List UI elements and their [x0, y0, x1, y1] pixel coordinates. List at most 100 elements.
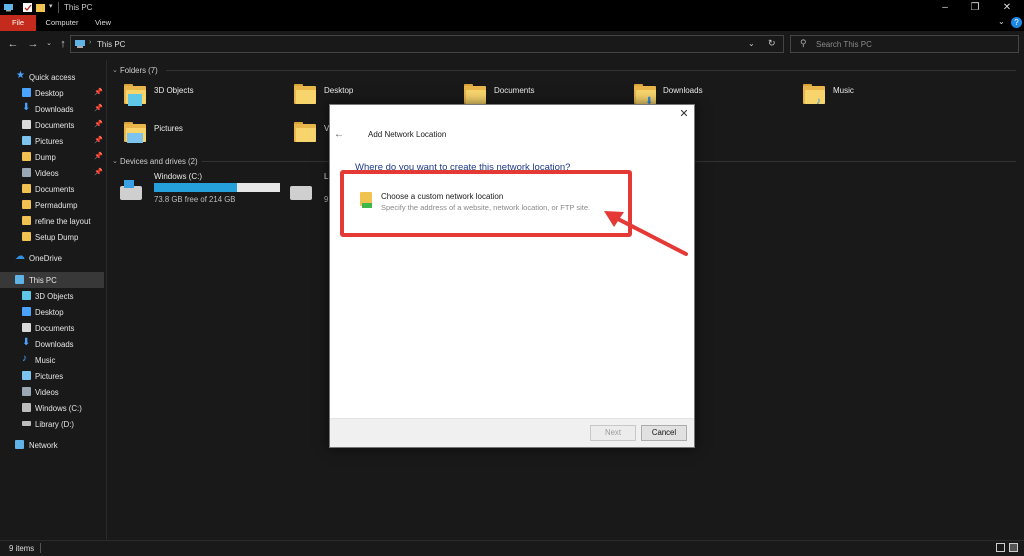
pictures-icon — [22, 371, 31, 380]
sidebar-item-documents-pc[interactable]: Documents — [0, 320, 104, 336]
sidebar-item-label: Downloads — [35, 340, 74, 349]
pin-icon[interactable]: 📌 — [94, 136, 103, 144]
download-icon: ⬇ — [22, 337, 31, 348]
sidebar-item-windows-c[interactable]: Windows (C:) — [0, 400, 104, 416]
sidebar-item-label: Library (D:) — [35, 420, 74, 429]
address-dropdown-icon[interactable]: ⌄ — [748, 39, 755, 48]
recent-locations-icon[interactable]: ⌄ — [42, 37, 56, 51]
library-drive-icon[interactable] — [290, 186, 312, 200]
sidebar-item-label: refine the layout — [35, 217, 91, 226]
pin-icon[interactable]: 📌 — [94, 120, 103, 128]
properties-icon[interactable] — [22, 2, 33, 13]
drive-label-d[interactable]: L — [324, 172, 328, 181]
sidebar-item-quick-access[interactable]: ★ Quick access — [0, 69, 104, 85]
sidebar-item-label: Documents — [35, 121, 75, 130]
sidebar-item-permadump[interactable]: Permadump — [0, 197, 104, 213]
sidebar-item-library-d[interactable]: Library (D:) — [0, 416, 104, 432]
collapse-group-icon[interactable]: ⌄ — [112, 157, 118, 165]
sidebar-item-documents-folder[interactable]: Documents — [0, 181, 104, 197]
sidebar-item-label: Dump — [35, 153, 56, 162]
new-folder-icon[interactable] — [35, 2, 46, 13]
next-button[interactable]: Next — [590, 425, 636, 441]
sidebar-item-this-pc[interactable]: This PC — [0, 272, 104, 288]
drive-usage-fill — [154, 183, 238, 192]
close-icon[interactable]: ✕ — [678, 108, 690, 120]
computer-icon — [15, 275, 24, 284]
sidebar-item-label: Desktop — [35, 308, 64, 317]
sidebar-item-label: 3D Objects — [35, 292, 74, 301]
sidebar-item-videos[interactable]: Videos 📌 — [0, 165, 104, 181]
pane-divider[interactable] — [106, 60, 107, 540]
sidebar-item-desktop-pc[interactable]: Desktop — [0, 304, 104, 320]
sidebar-item-setup-dump[interactable]: Setup Dump — [0, 229, 104, 245]
address-bar[interactable] — [70, 35, 784, 53]
sidebar-item-label: Pictures — [35, 137, 64, 146]
sidebar-item-downloads-pc[interactable]: ⬇ Downloads — [0, 336, 104, 352]
sidebar-item-desktop[interactable]: Desktop 📌 — [0, 85, 104, 101]
customize-quick-access-icon[interactable]: ▾ — [49, 2, 53, 10]
restore-icon[interactable]: ❐ — [960, 0, 990, 15]
folder-icon — [22, 216, 31, 225]
sidebar-item-label: Documents — [35, 185, 75, 194]
help-icon[interactable]: ? — [1011, 17, 1022, 28]
folder-icon — [22, 152, 31, 161]
back-arrow-icon[interactable]: ← — [334, 129, 344, 140]
folder-label-3d-objects[interactable]: 3D Objects — [154, 86, 194, 95]
folder-label-documents[interactable]: Documents — [494, 86, 534, 95]
sidebar-item-label: OneDrive — [29, 254, 62, 263]
tab-view[interactable]: View — [88, 15, 118, 31]
tab-file[interactable]: File — [0, 15, 36, 31]
folder-icon[interactable] — [294, 84, 316, 104]
folder-label-downloads[interactable]: Downloads — [663, 86, 703, 95]
sidebar-item-onedrive[interactable]: ☁ OneDrive — [0, 250, 104, 266]
dialog-title: Add Network Location — [368, 130, 447, 139]
pin-icon[interactable]: 📌 — [94, 88, 103, 96]
back-arrow-icon[interactable]: ← — [6, 37, 20, 51]
tab-computer[interactable]: Computer — [40, 15, 84, 31]
large-icons-view-icon[interactable] — [1009, 543, 1018, 552]
sidebar-item-dump[interactable]: Dump 📌 — [0, 149, 104, 165]
folder-icon[interactable] — [294, 122, 316, 142]
cloud-icon: ☁ — [15, 251, 25, 262]
close-icon[interactable]: ✕ — [992, 0, 1022, 15]
folders-group-header[interactable]: Folders (7) — [120, 66, 158, 75]
download-icon: ⬇ — [22, 102, 31, 113]
desktop-icon — [22, 88, 31, 97]
sidebar-item-downloads[interactable]: ⬇ Downloads 📌 — [0, 101, 104, 117]
sidebar-item-network[interactable]: Network — [0, 437, 104, 453]
drives-group-header[interactable]: Devices and drives (2) — [120, 157, 198, 166]
pin-icon[interactable]: 📌 — [94, 168, 103, 176]
sidebar-item-documents[interactable]: Documents 📌 — [0, 117, 104, 133]
folder-label-pictures[interactable]: Pictures — [154, 124, 183, 133]
drive-label-c[interactable]: Windows (C:) — [154, 172, 202, 181]
details-view-icon[interactable] — [996, 543, 1005, 552]
folder-label-music[interactable]: Music — [833, 86, 854, 95]
pin-icon[interactable]: 📌 — [94, 104, 103, 112]
folder-label-desktop[interactable]: Desktop — [324, 86, 353, 95]
breadcrumb-chevron-icon[interactable]: › — [89, 39, 91, 46]
sidebar-item-pictures-pc[interactable]: Pictures — [0, 368, 104, 384]
folder-icon[interactable] — [803, 84, 825, 104]
forward-arrow-icon[interactable]: → — [26, 37, 40, 51]
cube-icon — [128, 94, 142, 106]
address-path: This PC — [97, 40, 126, 49]
sidebar-item-label: Pictures — [35, 372, 64, 381]
up-arrow-icon[interactable]: ↑ — [56, 37, 70, 51]
sidebar-item-label: Videos — [35, 388, 59, 397]
pin-icon[interactable]: 📌 — [94, 152, 103, 160]
sidebar-item-3d-objects[interactable]: 3D Objects — [0, 288, 104, 304]
this-pc-icon — [4, 4, 13, 12]
dialog-footer — [330, 418, 694, 447]
sidebar-item-music[interactable]: ♪ Music — [0, 352, 104, 368]
collapse-group-icon[interactable]: ⌄ — [112, 66, 118, 74]
refresh-icon[interactable]: ↻ — [768, 38, 776, 49]
cancel-button[interactable]: Cancel — [641, 425, 687, 441]
status-bar — [0, 540, 1024, 556]
expand-ribbon-icon[interactable]: ⌄ — [998, 17, 1005, 26]
folder-icon[interactable] — [464, 84, 486, 104]
sidebar-item-pictures[interactable]: Pictures 📌 — [0, 133, 104, 149]
windows-drive-icon[interactable] — [120, 186, 142, 200]
minimize-icon[interactable]: – — [930, 0, 960, 15]
sidebar-item-videos-pc[interactable]: Videos — [0, 384, 104, 400]
sidebar-item-refine-the-layout[interactable]: refine the layout — [0, 213, 104, 229]
